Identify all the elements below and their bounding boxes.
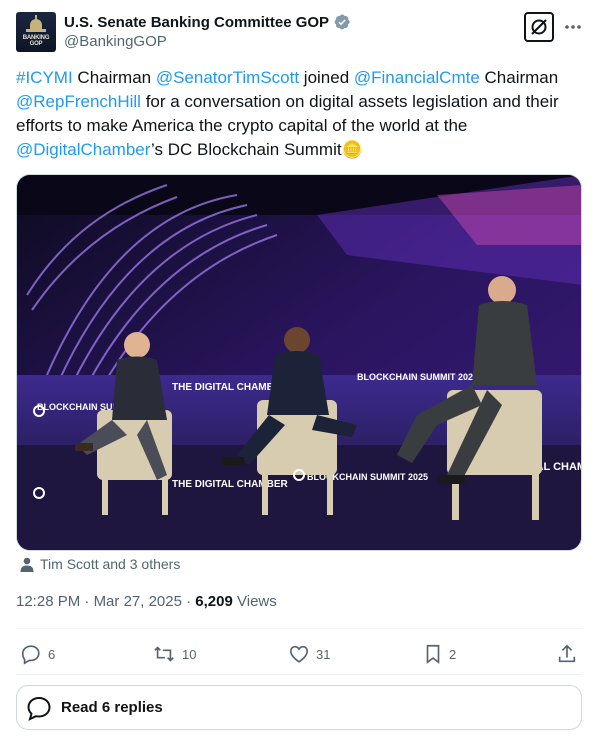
tweet-time[interactable]: 12:28 PM bbox=[16, 593, 80, 610]
repost-count: 10 bbox=[182, 646, 197, 662]
bookmark-count: 2 bbox=[449, 646, 457, 662]
display-name[interactable]: U.S. Senate Banking Committee GOP bbox=[64, 14, 329, 31]
tagged-text: Tim Scott and 3 others bbox=[40, 556, 181, 572]
repost-icon bbox=[154, 646, 174, 662]
tweet-photo[interactable]: THE DIGITAL CHAMBER BLOCKCHAIN SUMMIT 20… bbox=[16, 174, 582, 551]
views-label: Views bbox=[232, 593, 277, 610]
stage-photo: THE DIGITAL CHAMBER BLOCKCHAIN SUMMIT 20… bbox=[17, 175, 581, 550]
tweet-text-segment: 🪙 bbox=[341, 140, 363, 159]
tweet-link[interactable]: @FinancialCmte bbox=[354, 68, 480, 87]
action-bar: 6 10 31 2 bbox=[16, 638, 582, 670]
account-handle[interactable]: @BankingGOP bbox=[64, 33, 167, 50]
like-icon bbox=[289, 645, 309, 663]
more-icon bbox=[565, 25, 581, 29]
repost-button[interactable]: 10 bbox=[152, 638, 196, 670]
divider-top bbox=[16, 628, 582, 629]
tweet-link[interactable]: @SenatorTimScott bbox=[156, 68, 299, 87]
reply-icon bbox=[21, 645, 40, 665]
read-replies-label: Read 6 replies bbox=[61, 699, 163, 716]
tweet-text-segment: ’s DC Blockchain Summit bbox=[151, 140, 342, 159]
more-button[interactable] bbox=[560, 14, 586, 40]
avatar[interactable]: BANKING GOP bbox=[16, 12, 56, 52]
verified-badge-icon bbox=[334, 14, 350, 30]
speech-bubble-icon bbox=[27, 696, 51, 721]
stage-brand-bottom: THE DIGITAL CHAMBER bbox=[172, 479, 289, 490]
grok-button[interactable] bbox=[524, 12, 554, 42]
read-replies-button[interactable]: Read 6 replies bbox=[16, 685, 582, 730]
avatar-text: BANKING GOP bbox=[22, 35, 50, 47]
like-count: 31 bbox=[316, 646, 331, 662]
stage-summit-top: BLOCKCHAIN SUMMIT 2025 bbox=[357, 372, 478, 382]
tweet-text-segment: joined bbox=[299, 68, 354, 87]
tagged-people[interactable]: Tim Scott and 3 others bbox=[20, 556, 180, 572]
reply-button[interactable]: 6 bbox=[20, 638, 55, 670]
meta-separator: · bbox=[80, 593, 94, 610]
divider-bottom bbox=[16, 674, 582, 675]
meta-separator-2: · bbox=[181, 593, 196, 610]
tweet-link[interactable]: @RepFrenchHill bbox=[16, 92, 141, 111]
tweet-text: #ICYMI Chairman @SenatorTimScott joined … bbox=[16, 66, 586, 162]
like-button[interactable]: 31 bbox=[288, 638, 330, 670]
tweet-link[interactable]: @DigitalChamber bbox=[16, 140, 151, 159]
views-count[interactable]: 6,209 bbox=[195, 593, 233, 610]
grok-icon bbox=[531, 19, 547, 35]
bookmark-icon bbox=[426, 644, 440, 664]
reply-count: 6 bbox=[48, 646, 56, 662]
tweet-text-segment: Chairman bbox=[479, 68, 559, 87]
bookmark-button[interactable]: 2 bbox=[423, 638, 456, 670]
tweet-link[interactable]: #ICYMI bbox=[16, 68, 73, 87]
tweet-date[interactable]: Mar 27, 2025 bbox=[94, 593, 182, 610]
person-icon bbox=[20, 557, 34, 572]
tweet-meta: 12:28 PM · Mar 27, 2025 · 6,209 Views bbox=[16, 593, 277, 610]
name-row: U.S. Senate Banking Committee GOP bbox=[64, 13, 351, 31]
share-button[interactable] bbox=[556, 638, 584, 670]
tweet-text-segment: Chairman bbox=[72, 68, 156, 87]
tweet-header: BANKING GOP U.S. Senate Banking Committe… bbox=[16, 11, 582, 55]
share-icon bbox=[558, 644, 576, 663]
